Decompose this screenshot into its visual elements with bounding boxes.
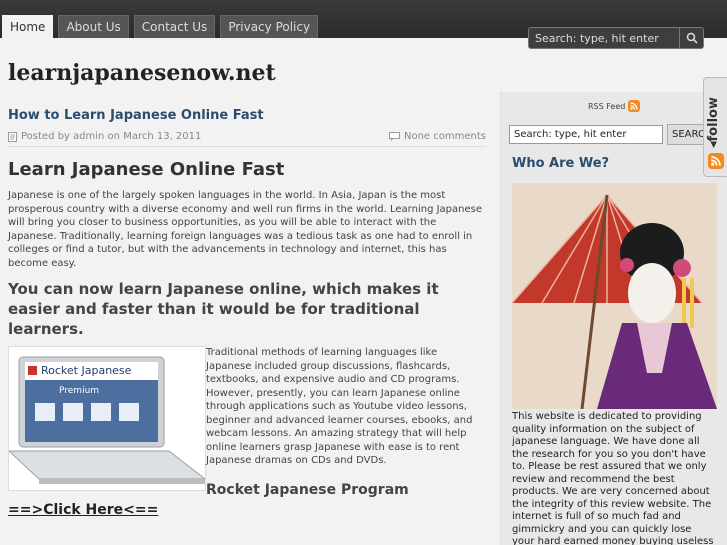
- post-title[interactable]: How to Learn Japanese Online Fast: [8, 108, 486, 123]
- nav-about-us[interactable]: About Us: [58, 15, 129, 38]
- who-are-we-title: Who Are We?: [512, 156, 610, 171]
- post-meta-text: Posted by admin on March 13, 2011: [21, 131, 202, 142]
- article-intro: Japanese is one of the largely spoken la…: [8, 190, 482, 269]
- sidebar-search-input[interactable]: Search: type, hit enter: [509, 125, 663, 144]
- nav-contact-us[interactable]: Contact Us: [133, 15, 216, 38]
- follow-tab[interactable]: ◂follow: [703, 77, 727, 177]
- rss-feed-link[interactable]: RSS Feed: [588, 100, 641, 112]
- header-search-input[interactable]: Search: type, hit enter: [529, 32, 679, 45]
- main-content: How to Learn Japanese Online Fast Posted…: [7, 108, 486, 518]
- program-heading: Rocket Japanese Program: [206, 482, 409, 498]
- product-description: Traditional methods of learning language…: [206, 347, 473, 466]
- article-heading: Learn Japanese Online Fast: [8, 159, 285, 180]
- main-nav: Home About Us Contact Us Privacy Policy: [0, 15, 323, 38]
- document-icon: [8, 131, 17, 142]
- product-edition: Premium: [59, 386, 99, 396]
- product-section: Rocket Japanese Premium Traditional meth…: [7, 346, 486, 518]
- nav-home[interactable]: Home: [2, 15, 54, 38]
- click-here-link[interactable]: ==>Click Here<==: [8, 502, 158, 518]
- article-subheading: You can now learn Japanese online, which…: [8, 280, 439, 338]
- rss-icon: [708, 153, 724, 169]
- comment-icon: [389, 132, 400, 141]
- comments-link[interactable]: None comments: [404, 131, 486, 142]
- search-icon: [686, 32, 698, 44]
- rss-feed-label: RSS Feed: [588, 101, 626, 111]
- site-title[interactable]: learnjapanesenow.net: [8, 60, 276, 86]
- header-search-button[interactable]: [679, 28, 703, 48]
- who-are-we-text: This website is dedicated to providing q…: [512, 411, 714, 545]
- laptop-illustration: Rocket Japanese Premium: [7, 356, 207, 484]
- post-meta: Posted by admin on March 13, 2011 None c…: [8, 131, 486, 147]
- rss-icon: [628, 100, 641, 112]
- product-brand: Rocket Japanese: [41, 364, 132, 377]
- nav-privacy-policy[interactable]: Privacy Policy: [220, 15, 319, 38]
- follow-label: ◂follow: [706, 97, 721, 148]
- header-search: Search: type, hit enter: [528, 27, 704, 49]
- geisha-photo: [512, 183, 717, 409]
- product-image[interactable]: Rocket Japanese Premium: [7, 346, 207, 491]
